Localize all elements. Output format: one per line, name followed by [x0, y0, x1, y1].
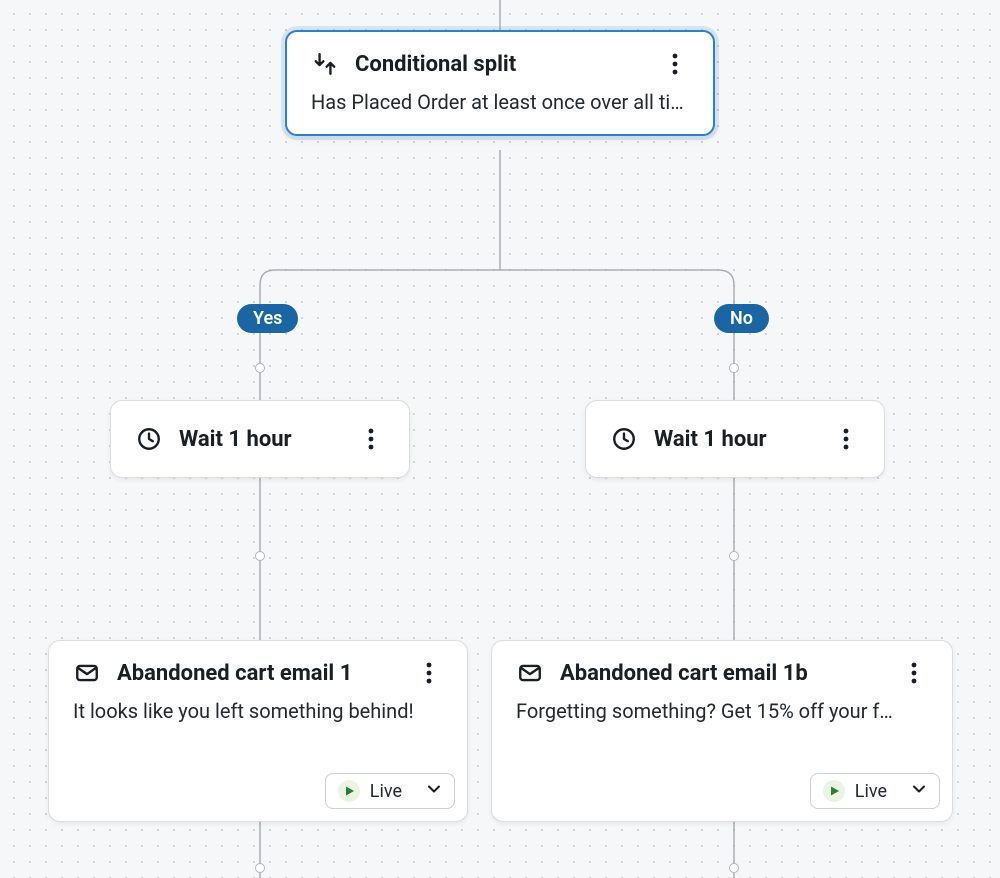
mail-icon [516, 659, 544, 687]
email-left-more-button[interactable] [415, 659, 443, 687]
email-right-title: Abandoned cart email 1b [560, 661, 900, 686]
connector-node [729, 863, 739, 873]
chevron-down-icon [911, 781, 927, 801]
email-left-status-select[interactable]: Live [325, 773, 455, 809]
split-condition: Has Placed Order at least once over all … [287, 78, 713, 134]
wait-right-label: Wait 1 hour [654, 427, 832, 452]
wait-card-right[interactable]: Wait 1 hour [585, 400, 885, 478]
connector-node [729, 551, 739, 561]
email-right-status-label: Live [855, 781, 887, 802]
split-more-button[interactable] [661, 50, 689, 78]
conditional-split-card[interactable]: Conditional split Has Placed Order at le… [285, 30, 715, 136]
wait-card-left[interactable]: Wait 1 hour [110, 400, 410, 478]
split-icon [311, 50, 339, 78]
branch-no-pill: No [714, 304, 769, 333]
wait-right-more-button[interactable] [832, 425, 860, 453]
clock-icon [610, 425, 638, 453]
email-right-subject: Forgetting something? Get 15% off your f… [492, 687, 952, 741]
chevron-down-icon [426, 781, 442, 801]
play-icon [823, 780, 845, 802]
email-left-title: Abandoned cart email 1 [117, 661, 415, 686]
connector-node [729, 363, 739, 373]
play-icon [338, 780, 360, 802]
connector-node [255, 363, 265, 373]
email-card-right[interactable]: Abandoned cart email 1b Forgetting somet… [491, 640, 953, 822]
email-left-subject: It looks like you left something behind! [49, 687, 467, 741]
mail-icon [73, 659, 101, 687]
branch-yes-pill: Yes [237, 304, 298, 333]
wait-left-label: Wait 1 hour [179, 427, 357, 452]
clock-icon [135, 425, 163, 453]
email-right-more-button[interactable] [900, 659, 928, 687]
email-left-status-label: Live [370, 781, 402, 802]
connector-node [255, 863, 265, 873]
email-card-left[interactable]: Abandoned cart email 1 It looks like you… [48, 640, 468, 822]
split-title: Conditional split [355, 52, 661, 77]
wait-left-more-button[interactable] [357, 425, 385, 453]
connector-node [255, 551, 265, 561]
email-right-status-select[interactable]: Live [810, 773, 940, 809]
